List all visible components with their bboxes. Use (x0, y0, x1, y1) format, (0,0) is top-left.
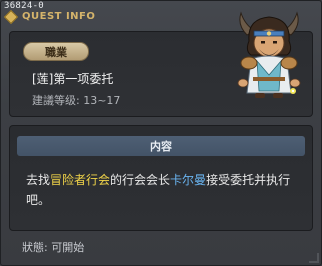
job-badge: 職業 (23, 42, 89, 61)
npc-portrait-icon (237, 11, 301, 98)
quest-status: 狀態: 可開始 (22, 241, 85, 254)
description-text: 去找 (26, 173, 51, 187)
quest-info-window: 36824-0 QUEST INFO 職業 [莲]第一项委托 建議等级: 13~… (0, 0, 322, 266)
title-bar[interactable]: QUEST INFO (3, 9, 96, 24)
npc-link[interactable]: 卡尔曼 (170, 173, 206, 187)
diamond-icon (3, 9, 19, 24)
content-header: 内容 (17, 136, 305, 156)
resize-grip[interactable] (309, 253, 319, 263)
quest-name: [莲]第一项委托 (32, 72, 114, 86)
description-text: 的行会会长 (110, 173, 171, 187)
location-link[interactable]: 冒险者行会 (50, 173, 110, 187)
quest-description: 去找冒险者行会的行会会长卡尔曼接受委托并执行吧。 (26, 170, 298, 210)
quest-content-panel: 内容 去找冒险者行会的行会会长卡尔曼接受委托并执行吧。 (9, 125, 313, 231)
window-title: QUEST INFO (22, 11, 96, 22)
quest-level: 建議等级: 13~17 (32, 94, 121, 107)
